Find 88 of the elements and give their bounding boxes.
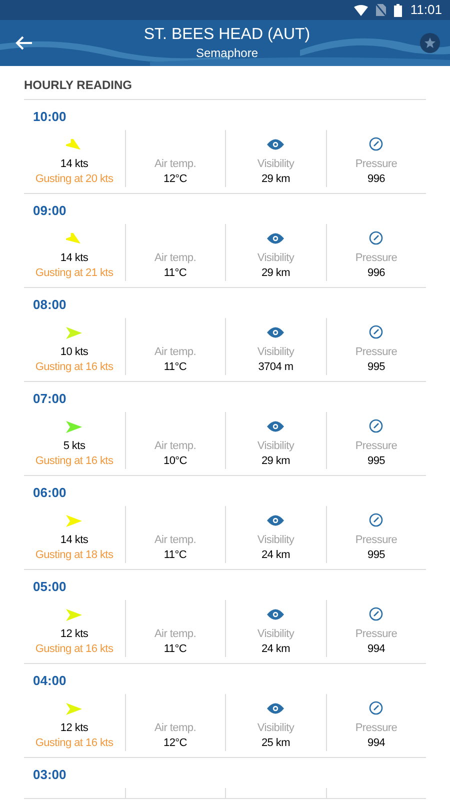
gauge-icon: [369, 419, 384, 433]
eye-icon: [267, 514, 284, 526]
visibility-value: 24 km: [261, 548, 290, 563]
visibility-label: Visibility: [257, 439, 294, 454]
visibility-label: Visibility: [257, 627, 294, 642]
pressure-label: Pressure: [355, 251, 398, 266]
gust-text: Gusting at 20 kts: [35, 172, 114, 187]
pressure-label: Pressure: [355, 345, 398, 360]
pressure-value: 996: [367, 266, 386, 281]
visibility-value: 29 km: [261, 266, 290, 281]
air-temp-value: 10°C: [164, 454, 187, 469]
gauge-icon: [369, 137, 384, 151]
air-temp-label: Air temp.: [154, 627, 196, 642]
pressure-label: Pressure: [355, 533, 398, 548]
visibility-label: Visibility: [257, 157, 294, 172]
pressure-label: Pressure: [355, 439, 398, 454]
air-temp-value: 11°C: [164, 360, 187, 375]
air-temp-label: Air temp.: [154, 251, 196, 266]
visibility-label: Visibility: [257, 251, 294, 266]
gust-text: Gusting at 18 kts: [35, 548, 114, 563]
air-temp-value: 12°C: [164, 736, 187, 751]
gauge-icon: [369, 701, 384, 715]
air-temp-label: Air temp.: [154, 439, 196, 454]
gust-text: Gusting at 16 kts: [35, 736, 114, 751]
visibility-label: Visibility: [257, 533, 294, 548]
pressure-value: 996: [367, 172, 386, 187]
eye-icon: [267, 420, 284, 432]
eye-icon: [267, 608, 284, 620]
reading-time: 06:00: [33, 484, 66, 502]
air-temp-value: 11°C: [164, 548, 187, 563]
pressure-label: Pressure: [355, 627, 398, 642]
gust-text: Gusting at 16 kts: [35, 642, 114, 657]
visibility-label: Visibility: [257, 345, 294, 360]
visibility-label: Visibility: [257, 721, 294, 736]
station-title: ST. BEES HEAD (AUT): [144, 25, 310, 45]
visibility-value: 29 km: [261, 172, 290, 187]
air-temp-value: 12°C: [164, 172, 187, 187]
visibility-value: 3704 m: [258, 360, 294, 375]
gust-text: Gusting at 16 kts: [35, 454, 114, 469]
air-temp-value: 11°C: [164, 266, 187, 281]
pressure-label: Pressure: [355, 157, 398, 172]
no-sim-icon: [376, 4, 386, 16]
wind-speed: 14 kts: [60, 157, 88, 172]
eye-icon: [267, 232, 284, 244]
eye-icon: [267, 702, 284, 714]
battery-icon: [394, 4, 402, 16]
wind-speed: 14 kts: [60, 533, 88, 548]
back-arrow-icon: [15, 35, 33, 51]
air-temp-label: Air temp.: [154, 533, 196, 548]
reading-time: 09:00: [33, 202, 66, 220]
wind-speed: 12 kts: [60, 627, 88, 642]
gauge-icon: [369, 513, 384, 527]
wind-speed: 14 kts: [60, 251, 88, 266]
wind-speed: 10 kts: [60, 345, 88, 360]
gust-text: Gusting at 21 kts: [35, 266, 114, 281]
reading-time: 10:00: [33, 108, 66, 126]
reading-time: 07:00: [33, 390, 66, 408]
air-temp-label: Air temp.: [154, 157, 196, 172]
pressure-value: 994: [367, 642, 386, 657]
visibility-value: 29 km: [261, 454, 290, 469]
wind-speed: 5 kts: [63, 439, 86, 454]
reading-time: 03:00: [33, 766, 66, 784]
eye-icon: [267, 326, 284, 338]
gauge-icon: [369, 607, 384, 621]
pressure-value: 994: [367, 736, 386, 751]
star-icon: [424, 37, 436, 49]
reading-time: 08:00: [33, 296, 66, 314]
reading-time: 05:00: [33, 578, 66, 596]
reading-time: 04:00: [33, 672, 66, 690]
pressure-value: 995: [367, 454, 386, 469]
gust-text: Gusting at 16 kts: [35, 360, 114, 375]
wifi-icon: [354, 4, 368, 16]
station-subtitle: Semaphore: [196, 45, 258, 61]
favourite-button[interactable]: [420, 33, 440, 53]
visibility-value: 24 km: [261, 642, 290, 657]
pressure-value: 995: [367, 548, 386, 563]
air-temp-label: Air temp.: [154, 721, 196, 736]
pressure-label: Pressure: [355, 721, 398, 736]
section-heading: HOURLY READING: [24, 77, 132, 94]
visibility-value: 25 km: [261, 736, 290, 751]
gauge-icon: [369, 325, 384, 339]
gauge-icon: [369, 231, 384, 245]
status-time: 11:01: [410, 1, 442, 20]
eye-icon: [267, 138, 284, 150]
wind-speed: 12 kts: [60, 721, 88, 736]
air-temp-label: Air temp.: [154, 345, 196, 360]
air-temp-value: 11°C: [164, 642, 187, 657]
pressure-value: 995: [367, 360, 386, 375]
